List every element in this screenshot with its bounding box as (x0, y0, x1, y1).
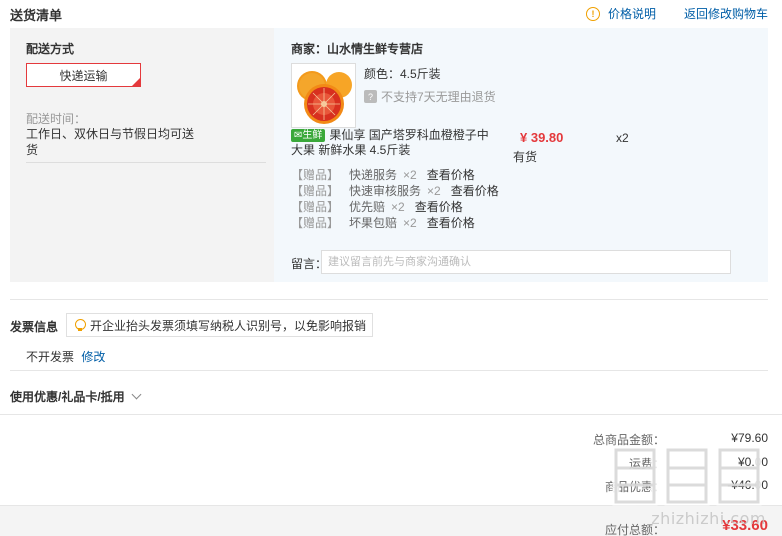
return-policy-text: 不支持7天无理由退货 (381, 90, 496, 104)
invoice-tip: 开企业抬头发票须填写纳税人识别号，以免影响报销 (66, 313, 374, 337)
invoice-status: 不开发票 修改 (26, 348, 105, 365)
gift-qty: ×2 (391, 200, 405, 214)
shipping-time-value: 工作日、双休日与节假日均可送货 (26, 127, 195, 157)
divider (0, 414, 782, 415)
shipping-method-button[interactable]: 快递运输 (26, 63, 141, 87)
product-color: 颜色：4.5斤装 (364, 67, 441, 81)
gift-qty: ×2 (403, 168, 417, 182)
product-price: ¥ 39.80 (520, 130, 564, 145)
product-name[interactable]: ✉生鲜 果仙享 国产塔罗科血橙橙子中大果 新鲜水果 4.5斤装 (291, 128, 491, 158)
fresh-badge: ✉生鲜 (291, 129, 326, 142)
gift-qty: ×2 (427, 184, 441, 198)
fresh-badge-label: 生鲜 (302, 130, 323, 141)
stock-status: 有货 (513, 150, 538, 164)
message-input[interactable] (321, 250, 731, 274)
coupon-toggle[interactable]: 使用优惠/礼品卡/抵用 (10, 388, 142, 405)
back-to-cart-link[interactable]: 返回修改购物车 (684, 5, 768, 22)
product-thumbnail[interactable] (291, 63, 356, 128)
gift-item: 【赠品】 坏果包赔 ×2 查看价格 (291, 215, 499, 231)
gift-name: 快速审核服务 (349, 184, 422, 198)
divider (26, 162, 266, 163)
gift-qty: ×2 (403, 216, 417, 230)
info-icon: ! (585, 6, 600, 21)
invoice-tip-text: 开企业抬头发票须填写纳税人识别号，以免影响报销 (90, 318, 367, 333)
invoice-edit-link[interactable]: 修改 (81, 350, 105, 364)
header-links: ! 价格说明 返回修改购物车 (585, 5, 768, 22)
gift-tag: 【赠品】 (291, 216, 340, 230)
shipping-label: 配送方式 (26, 42, 75, 56)
divider (10, 370, 768, 371)
gift-tag: 【赠品】 (291, 168, 340, 182)
gift-list: 【赠品】 快递服务 ×2 查看价格 【赠品】 快速审核服务 ×2 查看价格 【赠… (291, 167, 499, 231)
coupon-label: 使用优惠/礼品卡/抵用 (10, 390, 125, 404)
invoice-status-text: 不开发票 (26, 350, 75, 364)
summary-label: 总商品金额： (592, 433, 665, 447)
shipping-time-label: 配送时间： (26, 112, 87, 126)
gift-name: 优先赔 (349, 200, 386, 214)
selected-corner-icon (132, 78, 140, 86)
gift-name: 坏果包赔 (349, 216, 398, 230)
gift-tag: 【赠品】 (291, 200, 340, 214)
summary-label: 运费： (628, 457, 665, 471)
price-info-link[interactable]: 价格说明 (608, 5, 656, 22)
lightbulb-icon (75, 319, 86, 331)
page-title: 送货清单 (10, 8, 63, 23)
summary-value: ¥0.00 (737, 455, 768, 469)
gift-price-link[interactable]: 查看价格 (451, 183, 499, 199)
summary-label: 商品优惠： (604, 480, 665, 494)
gift-item: 【赠品】 快递服务 ×2 查看价格 (291, 167, 499, 183)
gift-price-link[interactable]: 查看价格 (427, 167, 475, 183)
divider (10, 299, 768, 300)
return-policy: ? 不支持7天无理由退货 (364, 88, 496, 105)
shipping-method-label: 快递运输 (59, 68, 108, 83)
gift-price-link[interactable]: 查看价格 (427, 215, 475, 231)
invoice-label: 发票信息 (10, 320, 59, 334)
total-label: 应付总额： (604, 523, 665, 536)
gift-name: 快递服务 (349, 168, 398, 182)
summary-value: ¥79.60 (731, 431, 768, 445)
shop-name: 商家：山水情生鲜专营店 (291, 42, 424, 56)
chevron-down-icon (131, 389, 142, 400)
gift-tag: 【赠品】 (291, 184, 340, 198)
product-quantity: x2 (616, 131, 629, 145)
watermark-text: zhizhizhi.com (651, 509, 766, 528)
blood-orange-image (292, 64, 355, 127)
gift-item: 【赠品】 快速审核服务 ×2 查看价格 (291, 183, 499, 199)
question-icon: ? (364, 90, 377, 103)
gift-item: 【赠品】 优先赔 ×2 查看价格 (291, 199, 499, 215)
gift-price-link[interactable]: 查看价格 (415, 199, 463, 215)
summary-value: -¥46.00 (727, 478, 768, 492)
